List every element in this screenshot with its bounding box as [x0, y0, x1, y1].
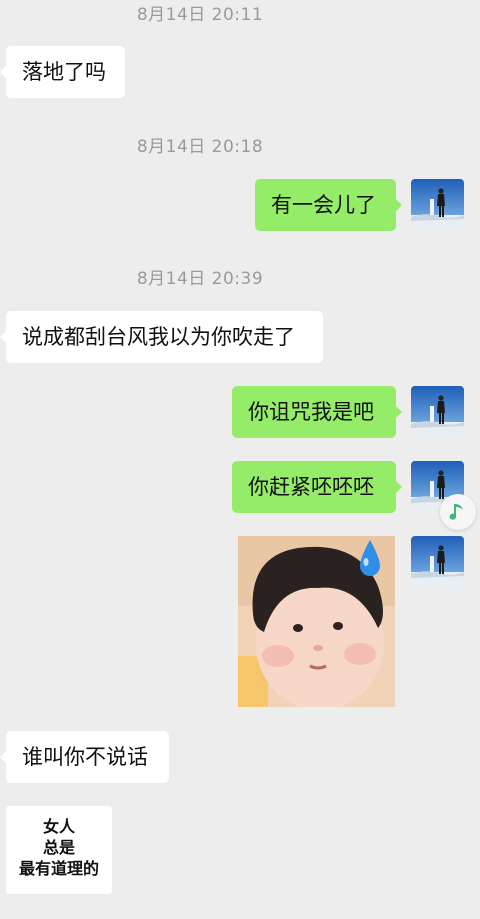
message-bubble-received[interactable]: 谁叫你不说话 — [0, 731, 169, 783]
message-bubble-received[interactable]: 落地了吗 — [0, 46, 125, 98]
message-bubble-sent[interactable]: 有一会儿了 — [255, 179, 402, 231]
text-sticker-card[interactable]: 女人 总是 最有道理的 — [6, 806, 112, 894]
timestamp: 8月14日 20:39 — [136, 269, 264, 289]
card-line: 总是 — [42, 838, 75, 857]
avatar[interactable] — [411, 536, 464, 589]
message-bubble-sent[interactable]: 你诅咒我是吧 — [232, 386, 402, 438]
card-line: 最有道理的 — [18, 859, 99, 878]
baby-sticker-image[interactable] — [238, 536, 395, 707]
timestamp: 8月14日 20:18 — [136, 137, 264, 157]
card-line: 女人 — [42, 817, 75, 836]
music-note-button[interactable] — [440, 494, 476, 530]
message-bubble-received[interactable]: 说成都刮台风我以为你吹走了 — [0, 311, 323, 363]
timestamp: 8月14日 20:11 — [136, 5, 264, 25]
message-bubble-sent[interactable]: 你赶紧呸呸呸 — [232, 461, 402, 513]
avatar[interactable] — [411, 179, 464, 232]
avatar[interactable] — [411, 386, 464, 439]
music-note-icon — [449, 504, 463, 520]
